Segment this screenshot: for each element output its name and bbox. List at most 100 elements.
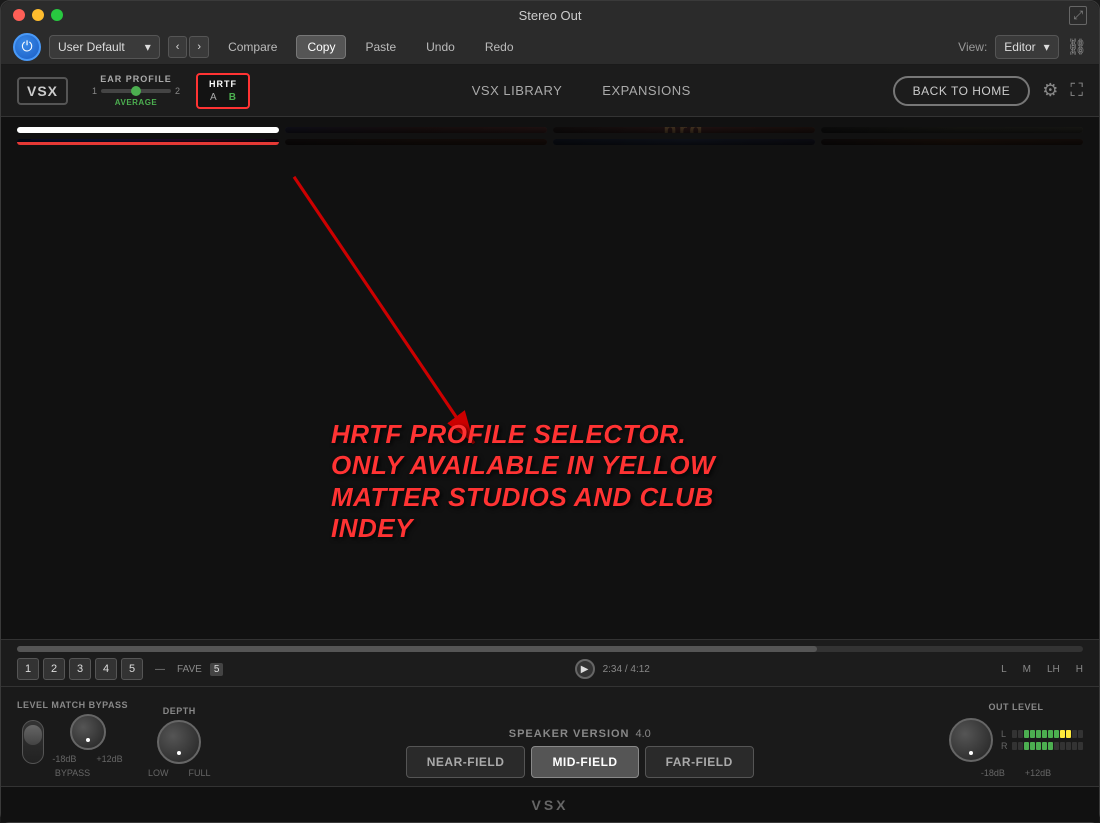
out-level-knob[interactable] xyxy=(949,718,993,762)
knob-min: -18dB xyxy=(52,754,76,764)
redo-button[interactable]: Redo xyxy=(474,35,525,59)
depth-knob[interactable] xyxy=(157,720,201,764)
toolbar: ⏻ User Default ▾ ‹ › Compare Copy Paste … xyxy=(1,29,1099,65)
studio-card-yellow-matter[interactable]: YELLOW MATTER STUDIOS xyxy=(17,127,279,133)
window-title: Stereo Out xyxy=(519,8,582,23)
studio-card-zuma[interactable]: ZUMA ZUMA STUDIOS xyxy=(553,139,815,145)
meter-l-label: L xyxy=(1001,729,1009,739)
fullscreen-icon[interactable]: ⛶ xyxy=(1070,80,1083,101)
speaker-lh[interactable]: LH xyxy=(1047,664,1060,675)
playback-time: 2:34 / 4:12 xyxy=(603,664,650,675)
fave-label: FAVE xyxy=(177,664,202,675)
hrtf-option-a[interactable]: A xyxy=(208,92,219,103)
nav-library[interactable]: VSX LIBRARY xyxy=(472,83,563,98)
minimize-button[interactable] xyxy=(32,9,44,21)
preset-btn-3[interactable]: 3 xyxy=(69,658,91,680)
traffic-lights xyxy=(13,9,63,21)
nav-back-button[interactable]: ‹ xyxy=(168,36,188,58)
bottom-bar: VSX xyxy=(1,786,1099,822)
sv-far-button[interactable]: FAR-FIELD xyxy=(645,746,754,778)
studio-label-stevens: STEVEN'S MIX ROOM xyxy=(285,127,547,133)
undo-button[interactable]: Undo xyxy=(415,35,466,59)
copy-button[interactable]: Copy xyxy=(296,35,346,59)
play-button[interactable]: ▶ xyxy=(575,659,595,679)
fave-sep: — xyxy=(155,664,165,675)
depth-low: LOW xyxy=(148,768,169,778)
bypass-group: LEVEL MATCH BYPASS -18dB +12dB BYPASS xyxy=(17,700,128,778)
sv-mid-button[interactable]: MID-FIELD xyxy=(531,746,638,778)
studio-label-sonoma: SONOMA STUDIO xyxy=(821,139,1083,145)
progress-bar[interactable] xyxy=(17,646,1083,652)
settings-icon[interactable]: ⚙ xyxy=(1042,80,1058,101)
speaker-m[interactable]: M xyxy=(1023,664,1031,675)
out-max: +12dB xyxy=(1025,768,1051,778)
depth-group: DEPTH LOW FULL xyxy=(148,706,211,778)
preset-chevron: ▾ xyxy=(145,40,151,54)
out-min: -18dB xyxy=(981,768,1005,778)
studio-card-mike-dean[interactable]: M.M.A MIKE DEAN'S STUDIO xyxy=(821,127,1083,133)
compare-button[interactable]: Compare xyxy=(217,35,288,59)
ear-profile-slider[interactable] xyxy=(101,89,171,93)
close-button[interactable] xyxy=(13,9,25,21)
nav-links: VSX LIBRARY EXPANSIONS xyxy=(270,83,893,98)
ear-profile-section: EAR PROFILE 1 2 AVERAGE xyxy=(92,74,180,107)
ear-num-start: 1 xyxy=(92,86,97,96)
nav-arrows: ‹ › xyxy=(168,36,209,58)
fave-num: 5 xyxy=(210,663,224,676)
preset-btn-1[interactable]: 1 xyxy=(17,658,39,680)
link-icon[interactable]: ⛓ xyxy=(1067,37,1087,57)
plugin-nav: VSX EAR PROFILE 1 2 AVERAGE HRTF A B VSX… xyxy=(1,65,1099,117)
studio-card-stevens[interactable]: STEVEN'S MIX ROOM xyxy=(285,127,547,133)
nav-forward-button[interactable]: › xyxy=(189,36,209,58)
speaker-options: L M LH H xyxy=(1001,664,1083,675)
annotation-arrow-svg xyxy=(1,117,1099,639)
speaker-h[interactable]: H xyxy=(1076,664,1083,675)
studio-card-archon[interactable]: archonstudio ARCHON xyxy=(285,139,547,145)
preset-btn-2[interactable]: 2 xyxy=(43,658,65,680)
speaker-l[interactable]: L xyxy=(1001,664,1007,675)
level-meter: L xyxy=(1001,729,1083,751)
annotation-text: HRTF PROFILE SELECTOR. ONLY AVAILABLE IN… xyxy=(331,419,751,544)
preset-btn-5[interactable]: 5 xyxy=(121,658,143,680)
nav-expansions[interactable]: EXPANSIONS xyxy=(602,83,691,98)
preset-dropdown[interactable]: User Default ▾ xyxy=(49,35,160,59)
bypass-sublabel: BYPASS xyxy=(55,768,90,778)
back-to-home-button[interactable]: BACK TO HOME xyxy=(893,76,1031,106)
ear-profile-label: EAR PROFILE xyxy=(100,74,172,84)
playback-controls-section: 1 2 3 4 5 — FAVE 5 ▶ 2:34 / 4:12 L M LH … xyxy=(1,639,1099,686)
title-bar: Stereo Out ⤢ xyxy=(1,1,1099,29)
sv-near-button[interactable]: NEAR-FIELD xyxy=(406,746,526,778)
speaker-version-group: SPEAKER VERSION 4.0 NEAR-FIELD MID-FIELD… xyxy=(231,728,929,778)
view-dropdown[interactable]: Editor ▾ xyxy=(995,35,1058,59)
view-chevron: ▾ xyxy=(1044,40,1050,54)
studio-grid: YELLOW MATTER STUDIOS STEVEN'S MIX ROOM … xyxy=(1,117,1099,155)
studio-label-mike-dean: MIKE DEAN'S STUDIO xyxy=(821,127,1083,133)
level-controls: LEVEL MATCH BYPASS -18dB +12dB BYPASS xyxy=(1,686,1099,786)
paste-button[interactable]: Paste xyxy=(354,35,407,59)
studio-label-nrg: NRG xyxy=(553,127,815,133)
power-button[interactable]: ⏻ xyxy=(13,33,41,61)
expand-icon[interactable]: ⤢ xyxy=(1069,6,1087,25)
vsx-logo: VSX xyxy=(17,77,68,105)
sv-label: SPEAKER VERSION xyxy=(509,728,630,740)
hrtf-box: HRTF A B xyxy=(196,73,250,109)
depth-full: FULL xyxy=(189,768,211,778)
view-section: View: Editor ▾ ⛓ xyxy=(958,35,1087,59)
bypass-switch[interactable] xyxy=(22,720,44,764)
ear-avg-label: AVERAGE xyxy=(115,98,157,107)
knob-max: +12dB xyxy=(96,754,122,764)
studio-label-zuma: ZUMA STUDIOS xyxy=(553,139,815,145)
fullscreen-button[interactable] xyxy=(51,9,63,21)
studio-card-club-indey[interactable]: CLUB INDEY xyxy=(17,139,279,145)
view-value: Editor xyxy=(1004,40,1035,54)
depth-label: DEPTH xyxy=(163,706,196,716)
out-level-group: OUT LEVEL L xyxy=(949,702,1083,778)
level-knob[interactable] xyxy=(70,714,106,750)
studio-card-sonoma[interactable]: SONOMA STUDIO xyxy=(821,139,1083,145)
studio-card-nrg[interactable]: nrg NRG xyxy=(553,127,815,133)
preset-value: User Default xyxy=(58,40,125,54)
bottom-bar-label: VSX xyxy=(531,797,568,813)
out-level-label: OUT LEVEL xyxy=(988,702,1043,712)
hrtf-option-b[interactable]: B xyxy=(227,92,238,103)
preset-btn-4[interactable]: 4 xyxy=(95,658,117,680)
